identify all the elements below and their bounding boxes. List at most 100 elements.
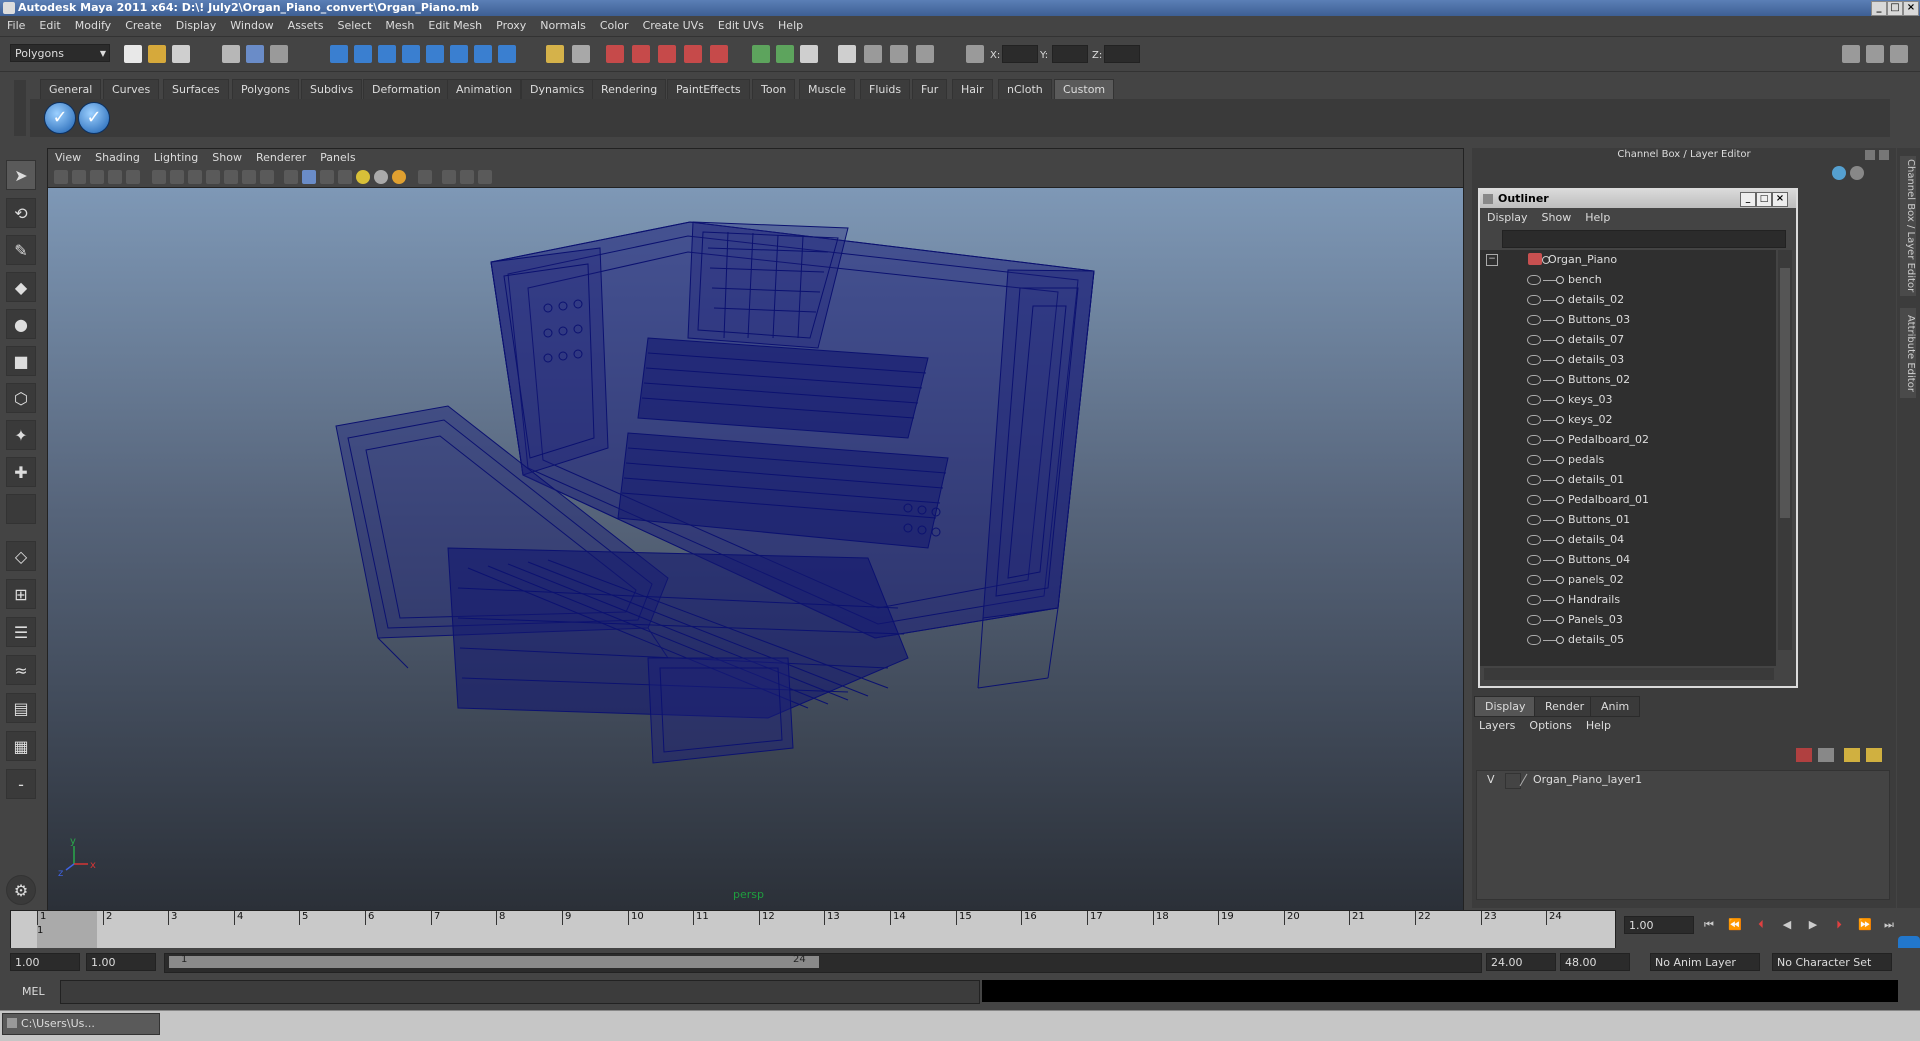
field-chart-icon[interactable] xyxy=(224,170,238,184)
playback-end-field[interactable]: 24.00 xyxy=(1486,953,1556,971)
taskbar-item[interactable]: C:\Users\Us... xyxy=(2,1013,160,1035)
step-forward-frame-icon[interactable]: ⏵ xyxy=(1830,918,1848,934)
play-backwards-icon[interactable]: ◀ xyxy=(1778,918,1796,934)
outliner-menu-show[interactable]: Show xyxy=(1535,208,1579,228)
tree-item[interactable]: details_05 xyxy=(1480,630,1776,650)
layer-row[interactable]: V Organ_Piano_layer1 xyxy=(1477,771,1889,789)
tree-item[interactable]: Buttons_04 xyxy=(1480,550,1776,570)
render-view-icon[interactable] xyxy=(710,45,728,63)
close-panel-icon[interactable] xyxy=(1879,150,1889,160)
outliner-close-button[interactable]: × xyxy=(1772,192,1788,207)
outliner-vertical-scrollbar[interactable] xyxy=(1778,250,1792,650)
menu-window[interactable]: Window xyxy=(223,16,280,36)
camera-attributes-icon[interactable] xyxy=(72,170,86,184)
go-to-start-icon[interactable]: ⏮ xyxy=(1700,918,1718,934)
tree-item[interactable]: details_01 xyxy=(1480,470,1776,490)
paint-select-icon[interactable]: ✎ xyxy=(6,235,36,265)
outliner-maximize-button[interactable]: □ xyxy=(1756,192,1772,207)
shelf-tab-toon[interactable]: Toon xyxy=(752,79,796,99)
mel-input[interactable] xyxy=(60,980,980,1004)
range-slider-handle[interactable]: 1 24 xyxy=(169,954,819,968)
animation-end-field[interactable]: 48.00 xyxy=(1560,953,1630,971)
mel-label[interactable]: MEL xyxy=(22,985,45,998)
shelf-options-handle[interactable] xyxy=(14,80,26,136)
tree-item[interactable]: bench xyxy=(1480,270,1776,290)
menu-select[interactable]: Select xyxy=(330,16,378,36)
shelf-tab-subdivs[interactable]: Subdivs xyxy=(301,79,363,99)
hypershade-layout-icon[interactable]: ▤ xyxy=(6,693,36,723)
current-frame-field[interactable]: 1.00 xyxy=(1624,916,1694,934)
go-to-end-icon[interactable]: ⏭ xyxy=(1880,918,1898,934)
default-light-icon[interactable] xyxy=(356,170,370,184)
menu-set-dropdown[interactable]: Polygons ▼ xyxy=(10,44,110,62)
shelf-tab-polygons[interactable]: Polygons xyxy=(232,79,299,99)
tree-item-root[interactable]: − Organ_Piano xyxy=(1480,250,1776,270)
side-tab-channel-box[interactable]: Channel Box / Layer Editor xyxy=(1900,156,1916,296)
outliner-horizontal-scrollbar[interactable] xyxy=(1484,668,1774,680)
playback-start-field[interactable]: 1.00 xyxy=(86,953,156,971)
playblast-icon[interactable] xyxy=(752,45,770,63)
custom-check-icon[interactable]: ✓ xyxy=(44,102,76,134)
resolution-gate-icon[interactable] xyxy=(188,170,202,184)
smooth-shade-icon[interactable] xyxy=(302,170,316,184)
tree-item[interactable]: details_04 xyxy=(1480,530,1776,550)
animation-start-field[interactable]: 1.00 xyxy=(10,953,80,971)
character-set-dropdown[interactable]: No Character Set xyxy=(1772,953,1892,971)
all-lights-icon[interactable] xyxy=(374,170,388,184)
outliner-menu-help[interactable]: Help xyxy=(1578,208,1617,228)
outliner-title-bar[interactable]: Outliner _ □ × xyxy=(1480,190,1796,208)
four-view-layout-icon[interactable]: ⊞ xyxy=(6,579,36,609)
image-plane-icon[interactable] xyxy=(108,170,122,184)
perspective-view[interactable]: y x z persp xyxy=(48,188,1463,910)
select-hierarchy-icon[interactable] xyxy=(222,45,240,63)
menu-create[interactable]: Create xyxy=(118,16,169,36)
layer-menu-help[interactable]: Help xyxy=(1579,716,1618,736)
tree-item[interactable]: Handrails xyxy=(1480,590,1776,610)
shelf-tab-fur[interactable]: Fur xyxy=(912,79,948,99)
time-slider[interactable]: 1 1 2 3 4 5 6 7 8 9 10 11 12 13 14 15 16 17 18 19 20 21 22 23 2… xyxy=(10,910,1616,949)
viewport-menu-show[interactable]: Show xyxy=(205,149,249,167)
outliner-filter-field[interactable] xyxy=(1502,230,1786,248)
tree-item[interactable]: pedals xyxy=(1480,450,1776,470)
new-layer-selected-icon[interactable] xyxy=(1818,748,1834,762)
layer-tab-render[interactable]: Render xyxy=(1534,696,1596,717)
single-perspective-layout-icon[interactable]: ◇ xyxy=(6,541,36,571)
play-forwards-icon[interactable]: ▶ xyxy=(1804,918,1822,934)
step-forward-key-icon[interactable]: ⏩ xyxy=(1856,918,1874,934)
snap-grid-icon[interactable] xyxy=(330,45,348,63)
render-icon[interactable] xyxy=(606,45,624,63)
custom-check-icon-2[interactable]: ✓ xyxy=(78,102,110,134)
shelf-tab-dynamics[interactable]: Dynamics xyxy=(521,79,594,99)
viewport-menu-shading[interactable]: Shading xyxy=(88,149,147,167)
close-button[interactable]: × xyxy=(1903,1,1919,16)
shelf-tab-rendering[interactable]: Rendering xyxy=(592,79,667,99)
step-back-frame-icon[interactable]: ⏴ xyxy=(1752,918,1770,934)
anim-layer-dropdown[interactable]: No Anim Layer xyxy=(1650,953,1760,971)
menu-display[interactable]: Display xyxy=(169,16,224,36)
isolate-select-icon[interactable] xyxy=(418,170,432,184)
xray-icon[interactable] xyxy=(442,170,456,184)
move-layer-down-icon[interactable] xyxy=(1866,748,1882,762)
layer-menu-layers[interactable]: Layers xyxy=(1472,716,1522,736)
shelf-tab-ncloth[interactable]: nCloth xyxy=(998,79,1052,99)
tree-item[interactable]: Pedalboard_01 xyxy=(1480,490,1776,510)
menu-normals[interactable]: Normals xyxy=(533,16,593,36)
tree-item[interactable]: Buttons_01 xyxy=(1480,510,1776,530)
batch-icon[interactable] xyxy=(776,45,794,63)
shelf-tab-hair[interactable]: Hair xyxy=(952,79,993,99)
layer-playback-toggle[interactable] xyxy=(1505,773,1521,789)
channel-box-mode-icon[interactable] xyxy=(1832,166,1846,180)
snap-point-icon[interactable] xyxy=(378,45,396,63)
graph-editor-icon[interactable] xyxy=(838,45,856,63)
layer-menu-options[interactable]: Options xyxy=(1522,716,1578,736)
bookmark-icon[interactable] xyxy=(90,170,104,184)
layer-tab-anim[interactable]: Anim xyxy=(1590,696,1641,717)
range-slider[interactable]: 1 24 xyxy=(164,953,1482,973)
history-icon[interactable] xyxy=(450,45,468,63)
tree-item[interactable]: details_02 xyxy=(1480,290,1776,310)
attribute-editor-icon[interactable] xyxy=(890,45,908,63)
graph-layout-icon[interactable]: ≈ xyxy=(6,655,36,685)
shelf-tab-general[interactable]: General xyxy=(40,79,102,99)
tree-item[interactable]: Buttons_02 xyxy=(1480,370,1776,390)
step-back-key-icon[interactable]: ⏪ xyxy=(1726,918,1744,934)
